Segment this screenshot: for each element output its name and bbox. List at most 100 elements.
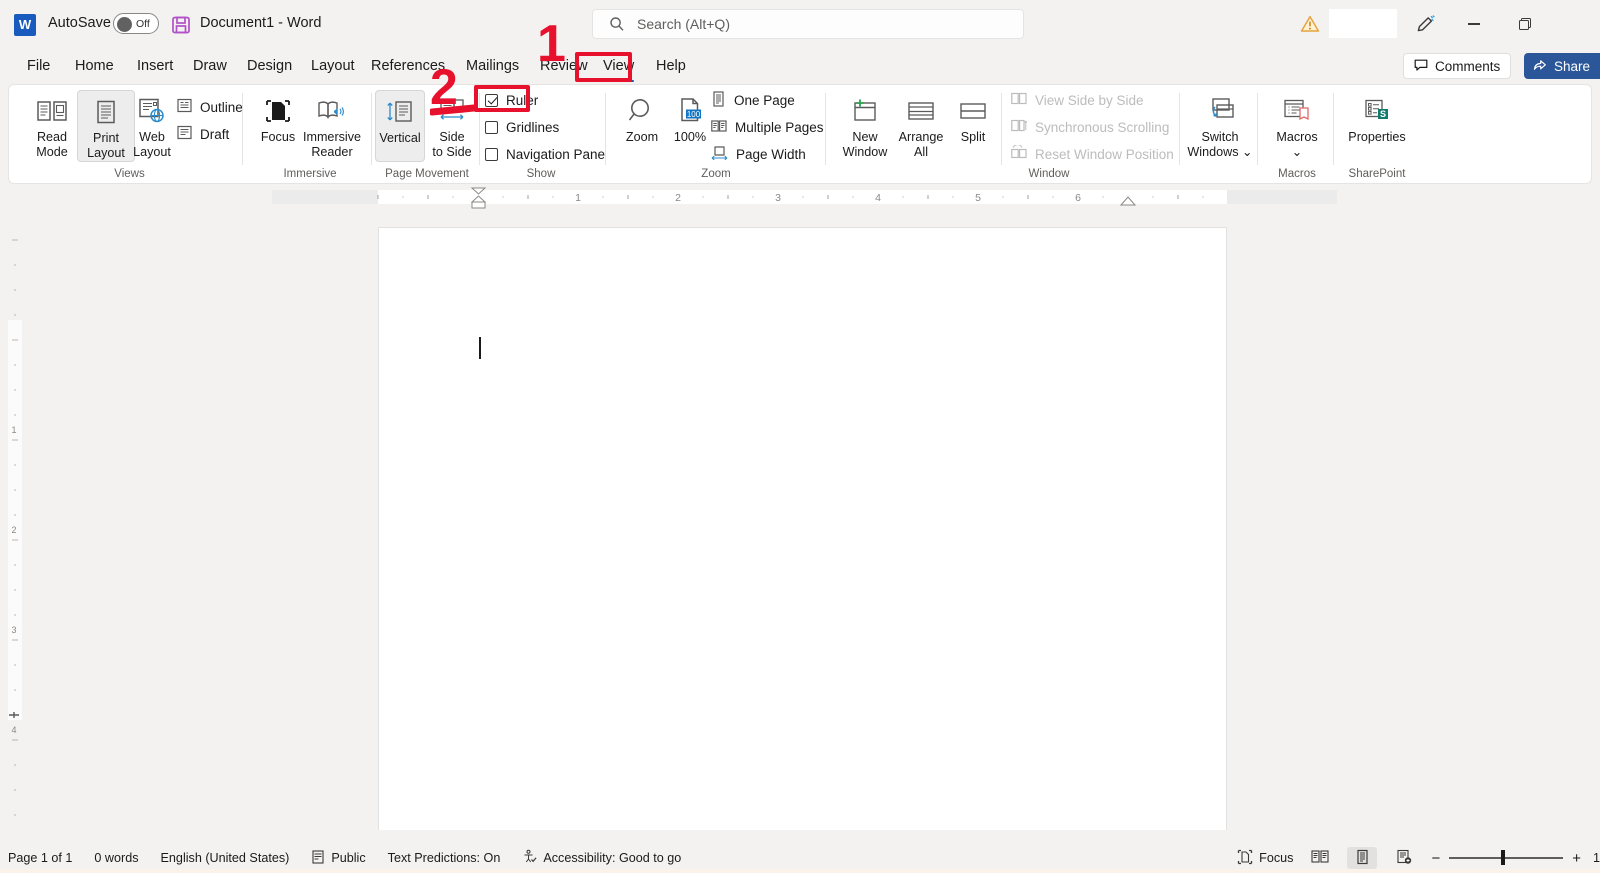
synchronous-scrolling-icon (1011, 118, 1028, 136)
group-label-sharepoint: SharePoint (1348, 168, 1406, 180)
bottom-accent-strip (0, 869, 1600, 873)
multiple-pages-button[interactable]: Multiple Pages (711, 116, 824, 138)
redacted-account-area (1329, 9, 1397, 38)
ribbon-group-switch-windows: Switch Windows ⌄ (1183, 85, 1257, 183)
tab-file[interactable]: File (16, 52, 61, 80)
one-page-label: One Page (734, 92, 795, 108)
status-language[interactable]: English (United States) (161, 851, 290, 865)
page-width-label: Page Width (736, 146, 806, 162)
tab-insert[interactable]: Insert (126, 52, 184, 80)
vertical-ruler[interactable]: 1 2 3 4 (0, 210, 24, 830)
switch-windows-button[interactable]: Switch Windows ⌄ (1183, 90, 1257, 162)
word-logo-letter: W (18, 17, 32, 32)
new-window-button[interactable]: New Window (835, 90, 895, 162)
zoom-in-button[interactable]: + (1572, 851, 1581, 866)
gridlines-checkbox[interactable]: Gridlines (485, 116, 559, 138)
status-text-predictions[interactable]: Text Predictions: On (388, 851, 501, 865)
status-focus-button[interactable]: Focus (1237, 849, 1293, 868)
reset-window-position-button[interactable]: Reset Window Position (1011, 143, 1174, 165)
zoom-slider-thumb[interactable] (1501, 850, 1506, 866)
tab-layout[interactable]: Layout (300, 52, 366, 80)
document-page[interactable] (378, 227, 1227, 830)
read-mode-label-1: Read (36, 130, 68, 144)
word-window: W AutoSave Off Document1 - Word Search (… (0, 0, 1600, 873)
step-1-label: 1 (537, 15, 566, 73)
draft-icon (177, 125, 192, 143)
outline-button[interactable]: Outline (177, 96, 243, 118)
tab-mailings[interactable]: Mailings (455, 52, 530, 80)
status-read-mode-button[interactable] (1305, 847, 1335, 869)
pen-edit-icon[interactable] (1415, 14, 1436, 35)
magnifier-icon (627, 93, 657, 129)
focus-mode-icon (1237, 849, 1253, 868)
zoom-out-button[interactable]: − (1431, 851, 1440, 866)
view-side-by-side-button[interactable]: View Side by Side (1011, 89, 1144, 111)
vertical-scroll-icon (385, 94, 415, 130)
side-to-side-label-2: to Side (432, 144, 472, 159)
arrange-all-button[interactable]: Arrange All (891, 90, 951, 162)
immersive-reader-button[interactable]: Immersive Reader (297, 90, 367, 162)
sensitivity-label-icon (311, 849, 325, 867)
status-page-count[interactable]: Page 1 of 1 (8, 851, 72, 865)
group-separator (1257, 93, 1258, 165)
horizontal-ruler[interactable]: 1 2 3 4 5 6 (0, 186, 1600, 389)
zoom-slider[interactable]: − + (1431, 850, 1581, 866)
tab-draw[interactable]: Draw (182, 52, 238, 80)
tab-help[interactable]: Help (645, 52, 697, 80)
minimize-icon (1468, 23, 1480, 25)
read-mode-button[interactable]: Read Mode (23, 90, 81, 162)
navigation-pane-checkbox[interactable]: Navigation Pane (485, 143, 605, 165)
status-print-layout-button[interactable] (1347, 847, 1378, 869)
ribbon-tab-strip: File Home Insert Draw Design Layout Refe… (0, 48, 1600, 84)
group-separator (825, 93, 826, 165)
search-input[interactable]: Search (Alt+Q) (592, 9, 1024, 39)
minimize-button[interactable] (1452, 8, 1496, 40)
status-web-layout-button[interactable] (1389, 847, 1419, 869)
group-label-immersive: Immersive (283, 168, 337, 180)
group-label-show: Show (526, 168, 556, 180)
one-page-button[interactable]: One Page (711, 89, 795, 111)
svg-text:3: 3 (11, 625, 16, 635)
ribbon-group-immersive: Focus Immersive Reader Immersive (249, 85, 371, 183)
arrange-all-label-2: All (914, 144, 928, 159)
vertical-button[interactable]: Vertical (375, 90, 425, 162)
group-separator (242, 93, 243, 165)
macros-chevron-icon[interactable]: ⌄ (1292, 145, 1303, 159)
properties-button[interactable]: S Properties (1337, 90, 1417, 162)
group-separator (605, 93, 606, 165)
save-icon[interactable] (170, 14, 192, 36)
synchronous-scrolling-button[interactable]: Synchronous Scrolling (1011, 116, 1169, 138)
tab-home[interactable]: Home (64, 52, 125, 80)
restore-button[interactable] (1503, 8, 1547, 40)
new-window-label-1: New (852, 130, 878, 144)
status-word-count[interactable]: 0 words (94, 851, 138, 865)
group-separator (371, 93, 372, 165)
print-layout-view-icon (1355, 849, 1370, 868)
tab-design[interactable]: Design (236, 52, 303, 80)
document-canvas[interactable] (24, 210, 1600, 830)
title-bar: W AutoSave Off Document1 - Word Search (… (0, 0, 1600, 48)
warning-triangle-icon[interactable] (1300, 14, 1320, 34)
print-layout-label-2: Layout (87, 145, 125, 160)
split-button[interactable]: Split (947, 90, 999, 162)
arrange-all-icon (906, 93, 936, 129)
status-sensitivity[interactable]: Public (311, 849, 366, 867)
autosave-knob (117, 17, 132, 32)
autosave-toggle[interactable]: Off (113, 13, 159, 34)
comments-button[interactable]: Comments (1403, 53, 1512, 79)
status-accessibility[interactable]: Accessibility: Good to go (522, 849, 681, 867)
zoom-level-value[interactable]: 1 (1593, 851, 1600, 865)
view-side-by-side-icon (1011, 91, 1027, 109)
page-width-button[interactable]: Page Width (711, 143, 806, 165)
web-layout-button[interactable]: Web Layout (123, 90, 181, 162)
arrange-all-label-1: Arrange (898, 130, 944, 144)
outline-icon (177, 98, 192, 116)
zoom-slider-track[interactable] (1449, 850, 1564, 866)
outline-label: Outline (200, 99, 243, 115)
ruler-ticks: 1 2 3 4 5 6 (377, 187, 1204, 209)
share-button[interactable]: Share (1524, 53, 1600, 79)
vertical-ruler-ticks: 1 2 3 4 (8, 210, 22, 830)
svg-text:2: 2 (11, 525, 16, 535)
page-width-icon (711, 145, 728, 164)
draft-button[interactable]: Draft (177, 123, 229, 145)
